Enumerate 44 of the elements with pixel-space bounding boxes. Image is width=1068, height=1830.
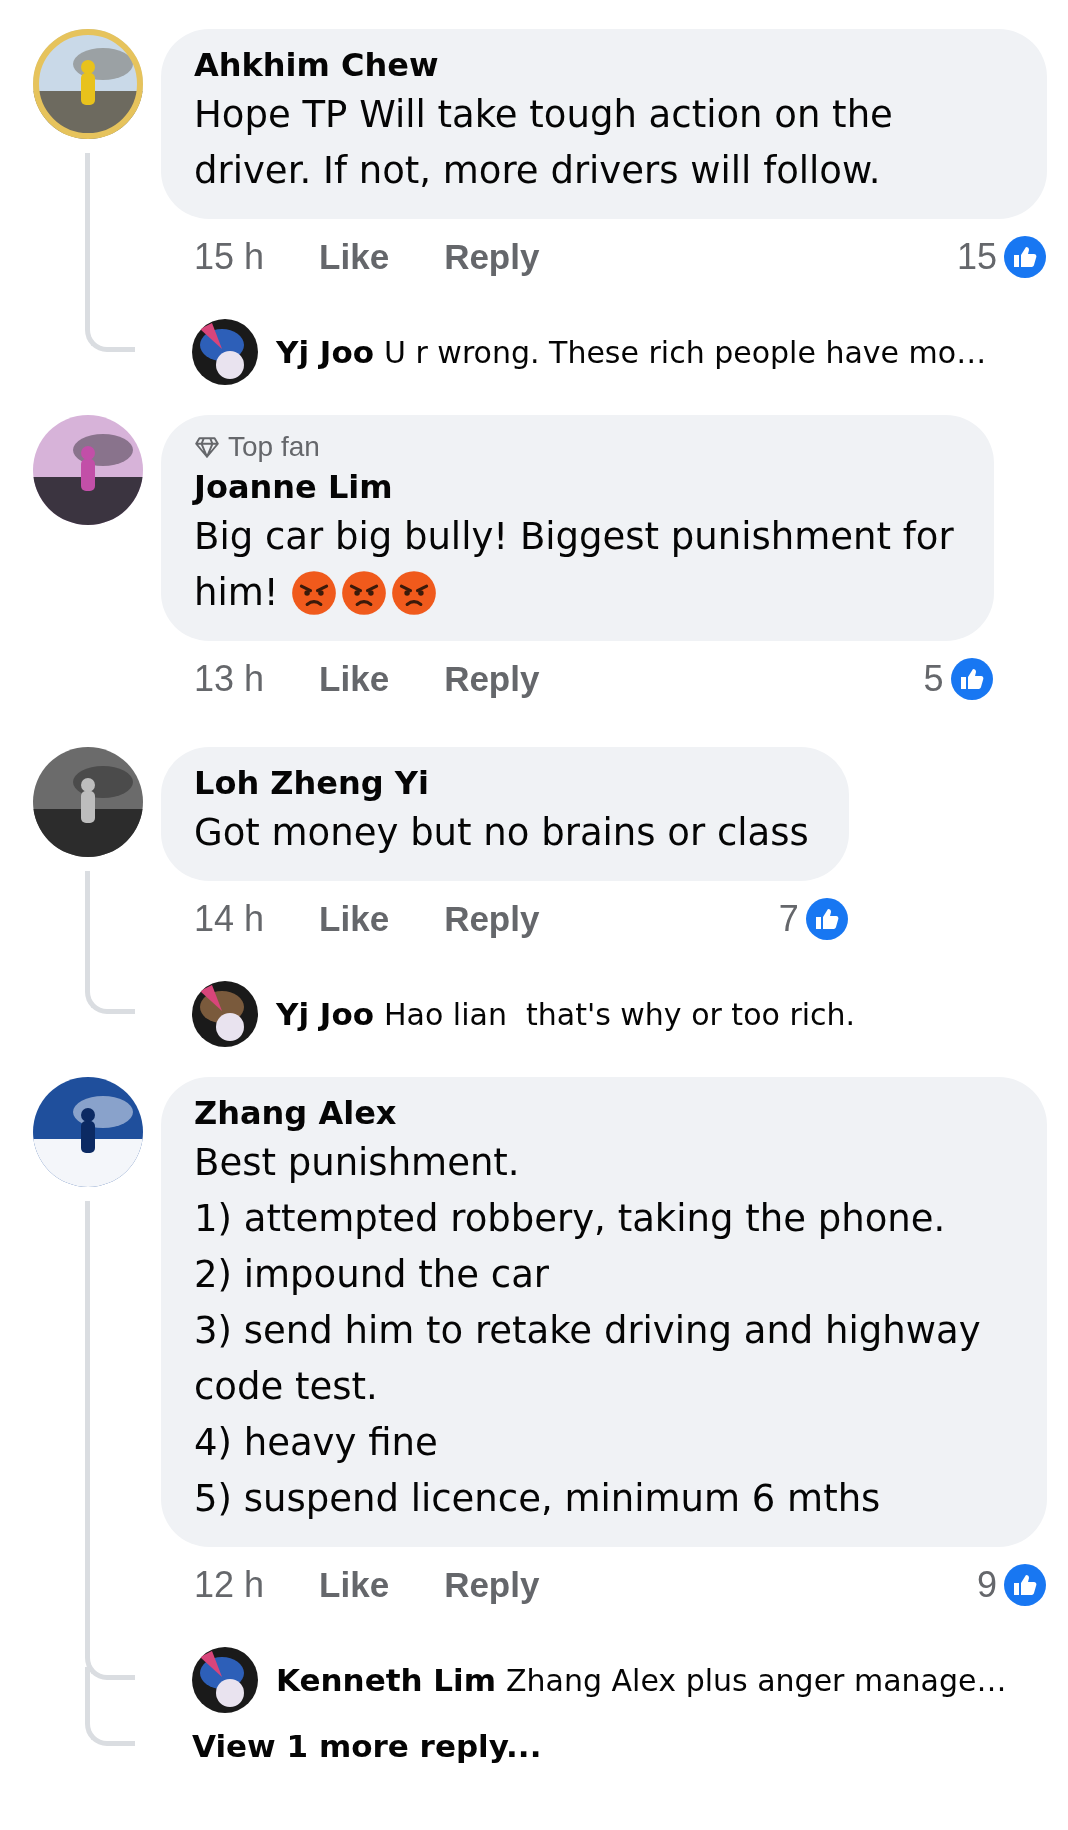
angry-face-icon bbox=[340, 570, 387, 616]
reply-author[interactable]: Kenneth Lim bbox=[276, 1662, 497, 1698]
reply-text[interactable]: U r wrong. These rich people have mo… bbox=[384, 334, 987, 370]
comment-author[interactable]: Loh Zheng Yi bbox=[194, 761, 809, 805]
reply-text[interactable]: Zhang Alex plus anger manage… bbox=[506, 1662, 1007, 1698]
reply-link[interactable]: Reply bbox=[444, 1565, 540, 1605]
comment-time[interactable]: 14 h bbox=[194, 898, 265, 940]
reply-author[interactable]: Yj Joo bbox=[276, 996, 374, 1032]
thumbs-up-icon[interactable] bbox=[949, 657, 994, 701]
comment-author[interactable]: Joanne Lim bbox=[194, 465, 954, 509]
like-link[interactable]: Like bbox=[319, 1565, 390, 1605]
reply-link[interactable]: Reply bbox=[444, 237, 540, 277]
thumbs-up-icon[interactable] bbox=[1003, 1563, 1047, 1607]
reply-link[interactable]: Reply bbox=[444, 899, 540, 939]
comment-text: Best punishment. 1) attempted robbery, taking the phone. 2) impound the car 3) send him to retake driving and highway code test. 4) heavy fine 5) suspend licence, minimum 6 mths bbox=[194, 1140, 982, 1522]
thread-connector bbox=[85, 1713, 135, 1746]
angry-face-icon bbox=[290, 570, 337, 616]
reply-text[interactable]: Hao lian that's why or too rich. bbox=[384, 996, 856, 1032]
comment-author[interactable]: Zhang Alex bbox=[194, 1091, 1007, 1135]
reaction-count[interactable]: 9 bbox=[976, 1564, 997, 1606]
thumbs-up-icon[interactable] bbox=[1003, 235, 1047, 279]
comment-text: him! bbox=[194, 570, 279, 616]
top-fan-label: Top fan bbox=[228, 431, 320, 463]
comment-time[interactable]: 13 h bbox=[194, 658, 265, 700]
reaction-count[interactable]: 15 bbox=[956, 236, 997, 278]
comment-text: Got money but no brains or class bbox=[194, 810, 809, 856]
like-link[interactable]: Like bbox=[319, 899, 390, 939]
reply-link[interactable]: Reply bbox=[444, 659, 540, 699]
comment-author[interactable]: Ahkhim Chew bbox=[194, 43, 1007, 87]
comment-time[interactable]: 12 h bbox=[194, 1564, 265, 1606]
like-link[interactable]: Like bbox=[319, 659, 390, 699]
reaction-count[interactable]: 7 bbox=[778, 898, 799, 940]
angry-face-icon bbox=[390, 570, 437, 616]
reaction-count[interactable]: 5 bbox=[923, 658, 944, 700]
comment-time[interactable]: 15 h bbox=[194, 236, 265, 278]
diamond-icon bbox=[194, 434, 220, 460]
like-link[interactable]: Like bbox=[319, 237, 390, 277]
view-more-replies-link[interactable]: View 1 more reply... bbox=[192, 1728, 542, 1764]
reply-author[interactable]: Yj Joo bbox=[276, 334, 374, 370]
thread-connector bbox=[85, 957, 135, 1014]
comment-text: Hope TP Will take tough action on the driver. If not, more drivers will follow. bbox=[194, 92, 894, 194]
thumbs-up-icon[interactable] bbox=[804, 897, 849, 941]
thread-connector bbox=[85, 295, 135, 352]
comment-text: Big car big bully! Biggest punishment for bbox=[194, 514, 954, 560]
